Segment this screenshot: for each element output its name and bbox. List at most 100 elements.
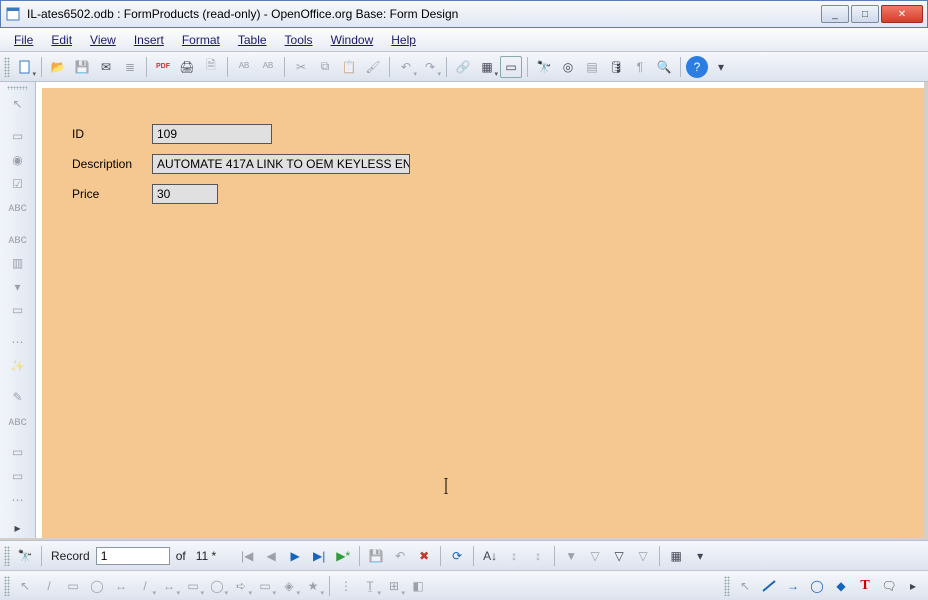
find-button[interactable]: 🔭 bbox=[533, 56, 555, 78]
table-button[interactable]: ▦ bbox=[476, 56, 498, 78]
recnav-grip[interactable] bbox=[4, 546, 10, 566]
menu-table[interactable]: Table bbox=[230, 31, 275, 49]
draw-connector-menu[interactable]: ↔ bbox=[158, 575, 180, 597]
draw-rect[interactable]: ▭ bbox=[62, 575, 84, 597]
findrecord-button[interactable]: 🔭 bbox=[14, 545, 36, 567]
draw-ellipse[interactable]: ◯ bbox=[86, 575, 108, 597]
anchor-button[interactable]: ↖ bbox=[734, 575, 756, 597]
draw-lines-menu[interactable]: / bbox=[134, 575, 156, 597]
control-properties[interactable]: ▭ bbox=[6, 466, 30, 486]
menu-help[interactable]: Help bbox=[383, 31, 424, 49]
line-color-button[interactable] bbox=[758, 575, 780, 597]
draw-line[interactable]: / bbox=[38, 575, 60, 597]
arrow-style-button[interactable]: → bbox=[782, 575, 804, 597]
optionbutton-control[interactable]: ◉ bbox=[6, 150, 30, 170]
draw-block-arrows[interactable]: ➪ bbox=[230, 575, 252, 597]
paste-button[interactable]: 📋 bbox=[338, 56, 360, 78]
new-button[interactable] bbox=[14, 56, 36, 78]
wizard-toggle[interactable]: ✨ bbox=[6, 356, 30, 376]
checkbox-control[interactable]: ☑ bbox=[6, 174, 30, 194]
undo-record-button[interactable]: ↶ bbox=[389, 545, 411, 567]
datasources-button[interactable]: ▭ bbox=[500, 56, 522, 78]
combobox-control[interactable]: ▾ bbox=[6, 277, 30, 297]
hyperlink-button[interactable]: 🔗 bbox=[452, 56, 474, 78]
new-record-button[interactable]: ▶* bbox=[332, 545, 354, 567]
prev-record-button[interactable]: ◀ bbox=[260, 545, 282, 567]
draw-select[interactable]: ↖ bbox=[14, 575, 36, 597]
menu-format[interactable]: Format bbox=[174, 31, 228, 49]
save-record-button[interactable]: 💾 bbox=[365, 545, 387, 567]
draw-stars[interactable]: ★ bbox=[302, 575, 324, 597]
autospell-button[interactable]: ᴬᴮ bbox=[257, 56, 279, 78]
vtoolbar-grip[interactable] bbox=[7, 86, 27, 90]
menu-insert[interactable]: Insert bbox=[126, 31, 172, 49]
label-control[interactable]: ᴀʙᴄ bbox=[6, 197, 30, 217]
toolbar-grip[interactable] bbox=[4, 57, 10, 77]
first-record-button[interactable]: |◀ bbox=[236, 545, 258, 567]
format-paint-button[interactable]: 🖌 bbox=[362, 56, 384, 78]
fontwork-button[interactable]: Ṯ bbox=[359, 575, 381, 597]
extrusion-button[interactable]: ◧ bbox=[407, 575, 429, 597]
menu-file[interactable]: File bbox=[6, 31, 41, 49]
description-field[interactable]: AUTOMATE 417A LINK TO OEM KEYLESS ENTRY bbox=[152, 154, 410, 174]
draw-symbol-shapes[interactable]: ◯ bbox=[206, 575, 228, 597]
recnav-overflow[interactable]: ▾ bbox=[689, 545, 711, 567]
menu-view[interactable]: View bbox=[82, 31, 124, 49]
image-control[interactable]: ▭ bbox=[6, 301, 30, 321]
draw-flowchart[interactable]: ▭ bbox=[254, 575, 276, 597]
activation-order[interactable]: ⋯ bbox=[6, 490, 30, 510]
id-field[interactable]: 109 bbox=[152, 124, 272, 144]
sortasc-button[interactable]: ↕ bbox=[503, 545, 525, 567]
sortdesc-button[interactable]: ↕ bbox=[527, 545, 549, 567]
draw-points[interactable]: ⋮ bbox=[335, 575, 357, 597]
zoom-button[interactable]: 🔍 bbox=[653, 56, 675, 78]
record-number-input[interactable] bbox=[96, 547, 170, 565]
mail-button[interactable]: ✉ bbox=[95, 56, 117, 78]
undo-button[interactable]: ↶ bbox=[395, 56, 417, 78]
callout-tool-button[interactable]: 🗨 bbox=[878, 575, 900, 597]
form-design-toggle[interactable]: ✎ bbox=[6, 387, 30, 407]
draw-basic-shapes[interactable]: ▭ bbox=[182, 575, 204, 597]
database-button[interactable]: 🛢 bbox=[605, 56, 627, 78]
form-canvas[interactable]: ID 109 Description AUTOMATE 417A LINK TO… bbox=[42, 88, 924, 538]
delete-record-button[interactable]: ✖ bbox=[413, 545, 435, 567]
headerfooter-button[interactable]: ▤ bbox=[581, 56, 603, 78]
preview-button[interactable]: 🗎 bbox=[200, 56, 222, 78]
textbox-control[interactable]: ᴀʙᴄ bbox=[6, 229, 30, 249]
menu-edit[interactable]: Edit bbox=[43, 31, 80, 49]
script-button[interactable]: ≣ bbox=[119, 56, 141, 78]
minimize-button[interactable]: _ bbox=[821, 5, 849, 23]
pushbutton-control[interactable]: ▭ bbox=[6, 126, 30, 146]
select-tool[interactable]: ↖ bbox=[6, 94, 30, 114]
save-button[interactable]: 💾 bbox=[71, 56, 93, 78]
draw-callouts[interactable]: ◈ bbox=[278, 575, 300, 597]
toolbar-overflow[interactable]: ▾ bbox=[710, 56, 732, 78]
draw-arrow[interactable]: ↔ bbox=[110, 575, 132, 597]
form-navigator[interactable]: ᴀʙᴄ bbox=[6, 411, 30, 431]
drawbar2-grip[interactable] bbox=[724, 576, 730, 596]
copy-button[interactable]: ⧉ bbox=[314, 56, 336, 78]
menu-window[interactable]: Window bbox=[323, 31, 382, 49]
more-controls[interactable]: ⋯ bbox=[6, 332, 30, 352]
drawbar-grip[interactable] bbox=[4, 576, 10, 596]
redo-button[interactable]: ↷ bbox=[419, 56, 441, 78]
sort-button[interactable]: A↓ bbox=[479, 545, 501, 567]
drawbar-overflow[interactable]: ▸ bbox=[902, 575, 924, 597]
removefilter-button[interactable]: ▽ bbox=[632, 545, 654, 567]
applyfilter-button[interactable]: ▽ bbox=[584, 545, 606, 567]
maximize-button[interactable]: □ bbox=[851, 5, 879, 23]
last-record-button[interactable]: ▶| bbox=[308, 545, 330, 567]
datasource-as-table-button[interactable]: ▦ bbox=[665, 545, 687, 567]
listbox-control[interactable]: ▥ bbox=[6, 253, 30, 273]
autofilter-button[interactable]: ▼ bbox=[560, 545, 582, 567]
formfilter-button[interactable]: ▽ bbox=[608, 545, 630, 567]
navigator-button[interactable]: ◎ bbox=[557, 56, 579, 78]
help-button[interactable]: ? bbox=[686, 56, 708, 78]
text-tool-button[interactable]: T bbox=[854, 575, 876, 597]
shadow-button[interactable]: ◆ bbox=[830, 575, 852, 597]
nonprinting-button[interactable]: ¶ bbox=[629, 56, 651, 78]
price-field[interactable]: 30 bbox=[152, 184, 218, 204]
print-button[interactable]: 🖨 bbox=[176, 56, 198, 78]
from-file-button[interactable]: ⊞ bbox=[383, 575, 405, 597]
pdf-button[interactable]: PDF bbox=[152, 56, 174, 78]
